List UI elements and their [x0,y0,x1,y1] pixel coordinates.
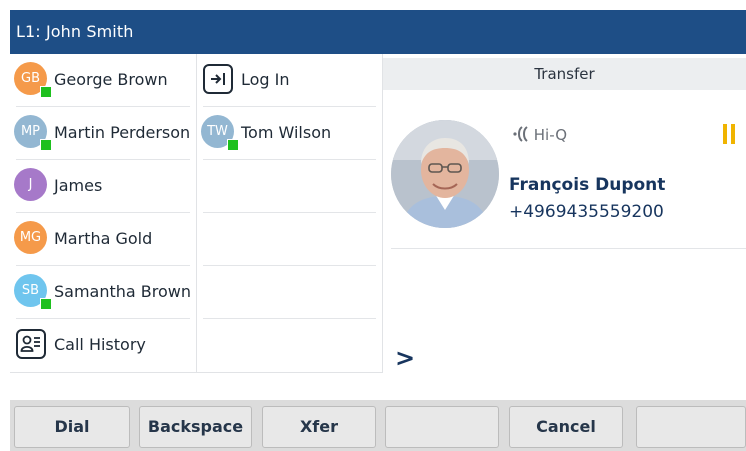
contact-card-icon [16,329,46,359]
pause-icon [723,124,739,148]
presence-online-icon [40,139,52,151]
contact-name: Tom Wilson [241,123,332,142]
cancel-softkey[interactable]: Cancel [509,406,623,448]
empty-softkey[interactable] [385,406,499,448]
line-title: L1: John Smith [16,22,134,41]
contacts-column: GB George Brown MP Martin Perderson J Ja… [10,54,196,372]
caller-number: +4969435559200 [509,202,664,222]
phone-screen: L1: John Smith GB George Brown MP Martin… [10,10,746,451]
second-column: Log In TW Tom Wilson [197,54,382,372]
dial-softkey[interactable]: Dial [14,406,130,448]
contact-tom-wilson[interactable]: TW Tom Wilson [197,107,382,160]
login-label: Log In [241,70,290,89]
contact-martin-perderson[interactable]: MP Martin Perderson [10,107,196,160]
presence-online-icon [40,86,52,98]
list-bottom-divider [10,372,383,373]
transfer-title: Transfer [534,65,595,83]
caller-photo [391,120,499,228]
call-history-label: Call History [54,335,146,354]
hd-audio-icon [513,126,528,142]
empty-softkey[interactable] [636,406,746,448]
avatar: J [14,168,47,201]
contact-samantha-brown[interactable]: SB Samantha Brown [10,266,196,319]
avatar: MG [14,221,47,254]
call-panel-divider [391,248,746,249]
call-history-item[interactable]: Call History [10,319,196,372]
contact-name: Samantha Brown [54,282,192,301]
softkey-bar: Dial Backspace Xfer Cancel [10,400,746,451]
xfer-softkey[interactable]: Xfer [262,406,376,448]
empty-slot[interactable] [197,213,382,266]
contact-george-brown[interactable]: GB George Brown [10,54,196,107]
contact-name: George Brown [54,70,168,89]
empty-slot[interactable] [197,319,382,372]
contact-name: Martin Perderson [54,123,191,142]
presence-online-icon [227,139,239,151]
contact-name: Martha Gold [54,229,153,248]
contact-name: James [54,176,103,195]
login-item[interactable]: Log In [197,54,382,107]
call-panel: Transfer Hi-Q François Dupont +496943555… [383,54,746,401]
contact-james[interactable]: J James [10,160,196,213]
contact-martha-gold[interactable]: MG Martha Gold [10,213,196,266]
hiq-indicator: Hi-Q [509,124,567,144]
caller-name: François Dupont [509,175,666,195]
hiq-label: Hi-Q [533,126,567,144]
empty-slot[interactable] [197,160,382,213]
presence-online-icon [40,298,52,310]
title-bar: L1: John Smith [10,10,746,54]
empty-slot[interactable] [197,266,382,319]
login-arrow-icon [203,64,233,94]
call-panel-header: Transfer [383,58,746,90]
backspace-softkey[interactable]: Backspace [139,406,252,448]
input-prompt[interactable]: > [395,344,415,372]
